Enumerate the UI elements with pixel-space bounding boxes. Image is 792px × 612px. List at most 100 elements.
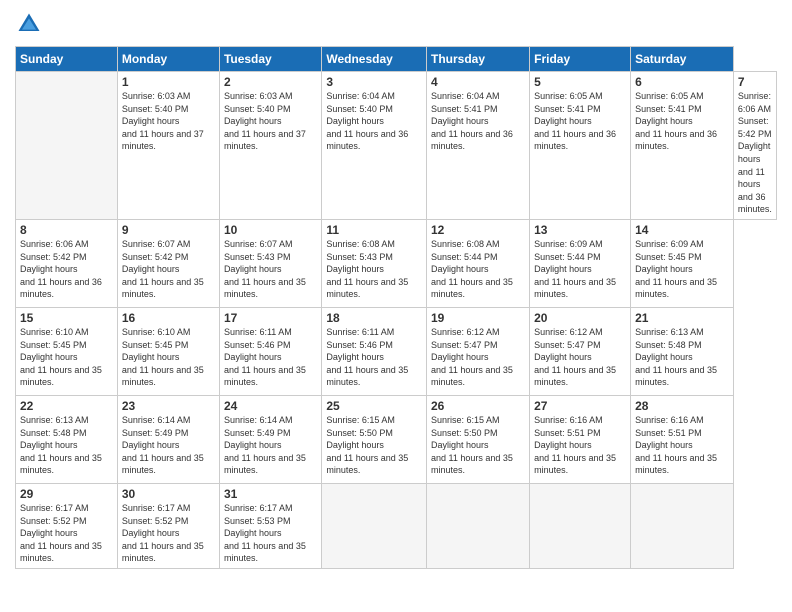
day-info: Sunrise: 6:15 AMSunset: 5:50 PMDaylight … xyxy=(431,414,525,477)
day-info: Sunrise: 6:17 AMSunset: 5:53 PMDaylight … xyxy=(224,502,317,565)
calendar-cell: 27Sunrise: 6:16 AMSunset: 5:51 PMDayligh… xyxy=(530,395,631,483)
calendar-cell: 10Sunrise: 6:07 AMSunset: 5:43 PMDayligh… xyxy=(219,219,321,307)
page: SundayMondayTuesdayWednesdayThursdayFrid… xyxy=(0,0,792,612)
calendar-cell: 22Sunrise: 6:13 AMSunset: 5:48 PMDayligh… xyxy=(16,395,118,483)
day-number: 9 xyxy=(122,223,215,237)
day-header-wednesday: Wednesday xyxy=(322,47,427,72)
day-number: 27 xyxy=(534,399,626,413)
calendar-cell: 4Sunrise: 6:04 AMSunset: 5:41 PMDaylight… xyxy=(426,72,529,220)
calendar-cell: 11Sunrise: 6:08 AMSunset: 5:43 PMDayligh… xyxy=(322,219,427,307)
day-info: Sunrise: 6:12 AMSunset: 5:47 PMDaylight … xyxy=(534,326,626,389)
day-info: Sunrise: 6:12 AMSunset: 5:47 PMDaylight … xyxy=(431,326,525,389)
day-info: Sunrise: 6:13 AMSunset: 5:48 PMDaylight … xyxy=(20,414,113,477)
day-number: 19 xyxy=(431,311,525,325)
calendar-cell: 28Sunrise: 6:16 AMSunset: 5:51 PMDayligh… xyxy=(631,395,734,483)
day-number: 22 xyxy=(20,399,113,413)
day-number: 25 xyxy=(326,399,422,413)
day-number: 28 xyxy=(635,399,729,413)
day-info: Sunrise: 6:05 AMSunset: 5:41 PMDaylight … xyxy=(534,90,626,153)
logo xyxy=(15,10,47,38)
calendar-cell: 6Sunrise: 6:05 AMSunset: 5:41 PMDaylight… xyxy=(631,72,734,220)
day-number: 4 xyxy=(431,75,525,89)
day-info: Sunrise: 6:17 AMSunset: 5:52 PMDaylight … xyxy=(122,502,215,565)
day-number: 13 xyxy=(534,223,626,237)
calendar-week-0: 1Sunrise: 6:03 AMSunset: 5:40 PMDaylight… xyxy=(16,72,777,220)
calendar-cell: 13Sunrise: 6:09 AMSunset: 5:44 PMDayligh… xyxy=(530,219,631,307)
calendar-cell: 1Sunrise: 6:03 AMSunset: 5:40 PMDaylight… xyxy=(117,72,219,220)
calendar-cell: 3Sunrise: 6:04 AMSunset: 5:40 PMDaylight… xyxy=(322,72,427,220)
day-number: 20 xyxy=(534,311,626,325)
calendar-week-3: 22Sunrise: 6:13 AMSunset: 5:48 PMDayligh… xyxy=(16,395,777,483)
day-info: Sunrise: 6:05 AMSunset: 5:41 PMDaylight … xyxy=(635,90,729,153)
day-info: Sunrise: 6:09 AMSunset: 5:45 PMDaylight … xyxy=(635,238,729,301)
day-info: Sunrise: 6:04 AMSunset: 5:41 PMDaylight … xyxy=(431,90,525,153)
calendar-cell: 12Sunrise: 6:08 AMSunset: 5:44 PMDayligh… xyxy=(426,219,529,307)
calendar-body: 1Sunrise: 6:03 AMSunset: 5:40 PMDaylight… xyxy=(16,72,777,569)
calendar-cell: 30Sunrise: 6:17 AMSunset: 5:52 PMDayligh… xyxy=(117,483,219,568)
day-info: Sunrise: 6:17 AMSunset: 5:52 PMDaylight … xyxy=(20,502,113,565)
day-number: 5 xyxy=(534,75,626,89)
calendar-cell xyxy=(16,72,118,220)
calendar-cell: 20Sunrise: 6:12 AMSunset: 5:47 PMDayligh… xyxy=(530,307,631,395)
calendar-header-row: SundayMondayTuesdayWednesdayThursdayFrid… xyxy=(16,47,777,72)
calendar-week-2: 15Sunrise: 6:10 AMSunset: 5:45 PMDayligh… xyxy=(16,307,777,395)
day-number: 30 xyxy=(122,487,215,501)
calendar: SundayMondayTuesdayWednesdayThursdayFrid… xyxy=(15,46,777,569)
calendar-week-1: 8Sunrise: 6:06 AMSunset: 5:42 PMDaylight… xyxy=(16,219,777,307)
header xyxy=(15,10,777,38)
day-number: 7 xyxy=(738,75,772,89)
day-info: Sunrise: 6:11 AMSunset: 5:46 PMDaylight … xyxy=(326,326,422,389)
calendar-cell: 31Sunrise: 6:17 AMSunset: 5:53 PMDayligh… xyxy=(219,483,321,568)
calendar-cell: 9Sunrise: 6:07 AMSunset: 5:42 PMDaylight… xyxy=(117,219,219,307)
calendar-cell xyxy=(530,483,631,568)
calendar-cell: 29Sunrise: 6:17 AMSunset: 5:52 PMDayligh… xyxy=(16,483,118,568)
day-info: Sunrise: 6:16 AMSunset: 5:51 PMDaylight … xyxy=(534,414,626,477)
calendar-cell: 7Sunrise: 6:06 AMSunset: 5:42 PMDaylight… xyxy=(733,72,776,220)
day-header-saturday: Saturday xyxy=(631,47,734,72)
day-header-thursday: Thursday xyxy=(426,47,529,72)
day-info: Sunrise: 6:10 AMSunset: 5:45 PMDaylight … xyxy=(122,326,215,389)
calendar-cell: 25Sunrise: 6:15 AMSunset: 5:50 PMDayligh… xyxy=(322,395,427,483)
calendar-cell: 21Sunrise: 6:13 AMSunset: 5:48 PMDayligh… xyxy=(631,307,734,395)
day-number: 29 xyxy=(20,487,113,501)
calendar-cell: 24Sunrise: 6:14 AMSunset: 5:49 PMDayligh… xyxy=(219,395,321,483)
day-number: 16 xyxy=(122,311,215,325)
day-number: 21 xyxy=(635,311,729,325)
day-number: 24 xyxy=(224,399,317,413)
day-info: Sunrise: 6:03 AMSunset: 5:40 PMDaylight … xyxy=(122,90,215,153)
day-header-sunday: Sunday xyxy=(16,47,118,72)
day-number: 31 xyxy=(224,487,317,501)
day-info: Sunrise: 6:10 AMSunset: 5:45 PMDaylight … xyxy=(20,326,113,389)
day-number: 11 xyxy=(326,223,422,237)
calendar-cell: 26Sunrise: 6:15 AMSunset: 5:50 PMDayligh… xyxy=(426,395,529,483)
day-info: Sunrise: 6:16 AMSunset: 5:51 PMDaylight … xyxy=(635,414,729,477)
day-header-tuesday: Tuesday xyxy=(219,47,321,72)
day-number: 8 xyxy=(20,223,113,237)
day-info: Sunrise: 6:06 AMSunset: 5:42 PMDaylight … xyxy=(738,90,772,216)
calendar-cell: 5Sunrise: 6:05 AMSunset: 5:41 PMDaylight… xyxy=(530,72,631,220)
day-number: 14 xyxy=(635,223,729,237)
day-info: Sunrise: 6:13 AMSunset: 5:48 PMDaylight … xyxy=(635,326,729,389)
calendar-cell xyxy=(322,483,427,568)
calendar-cell: 23Sunrise: 6:14 AMSunset: 5:49 PMDayligh… xyxy=(117,395,219,483)
day-info: Sunrise: 6:06 AMSunset: 5:42 PMDaylight … xyxy=(20,238,113,301)
day-info: Sunrise: 6:14 AMSunset: 5:49 PMDaylight … xyxy=(122,414,215,477)
day-number: 15 xyxy=(20,311,113,325)
day-number: 6 xyxy=(635,75,729,89)
day-number: 3 xyxy=(326,75,422,89)
day-info: Sunrise: 6:07 AMSunset: 5:43 PMDaylight … xyxy=(224,238,317,301)
calendar-cell xyxy=(631,483,734,568)
calendar-cell: 15Sunrise: 6:10 AMSunset: 5:45 PMDayligh… xyxy=(16,307,118,395)
day-info: Sunrise: 6:09 AMSunset: 5:44 PMDaylight … xyxy=(534,238,626,301)
day-header-friday: Friday xyxy=(530,47,631,72)
calendar-cell: 17Sunrise: 6:11 AMSunset: 5:46 PMDayligh… xyxy=(219,307,321,395)
day-info: Sunrise: 6:08 AMSunset: 5:44 PMDaylight … xyxy=(431,238,525,301)
day-number: 23 xyxy=(122,399,215,413)
day-info: Sunrise: 6:08 AMSunset: 5:43 PMDaylight … xyxy=(326,238,422,301)
calendar-week-4: 29Sunrise: 6:17 AMSunset: 5:52 PMDayligh… xyxy=(16,483,777,568)
day-number: 10 xyxy=(224,223,317,237)
calendar-cell xyxy=(426,483,529,568)
logo-icon xyxy=(15,10,43,38)
calendar-cell: 14Sunrise: 6:09 AMSunset: 5:45 PMDayligh… xyxy=(631,219,734,307)
day-info: Sunrise: 6:11 AMSunset: 5:46 PMDaylight … xyxy=(224,326,317,389)
